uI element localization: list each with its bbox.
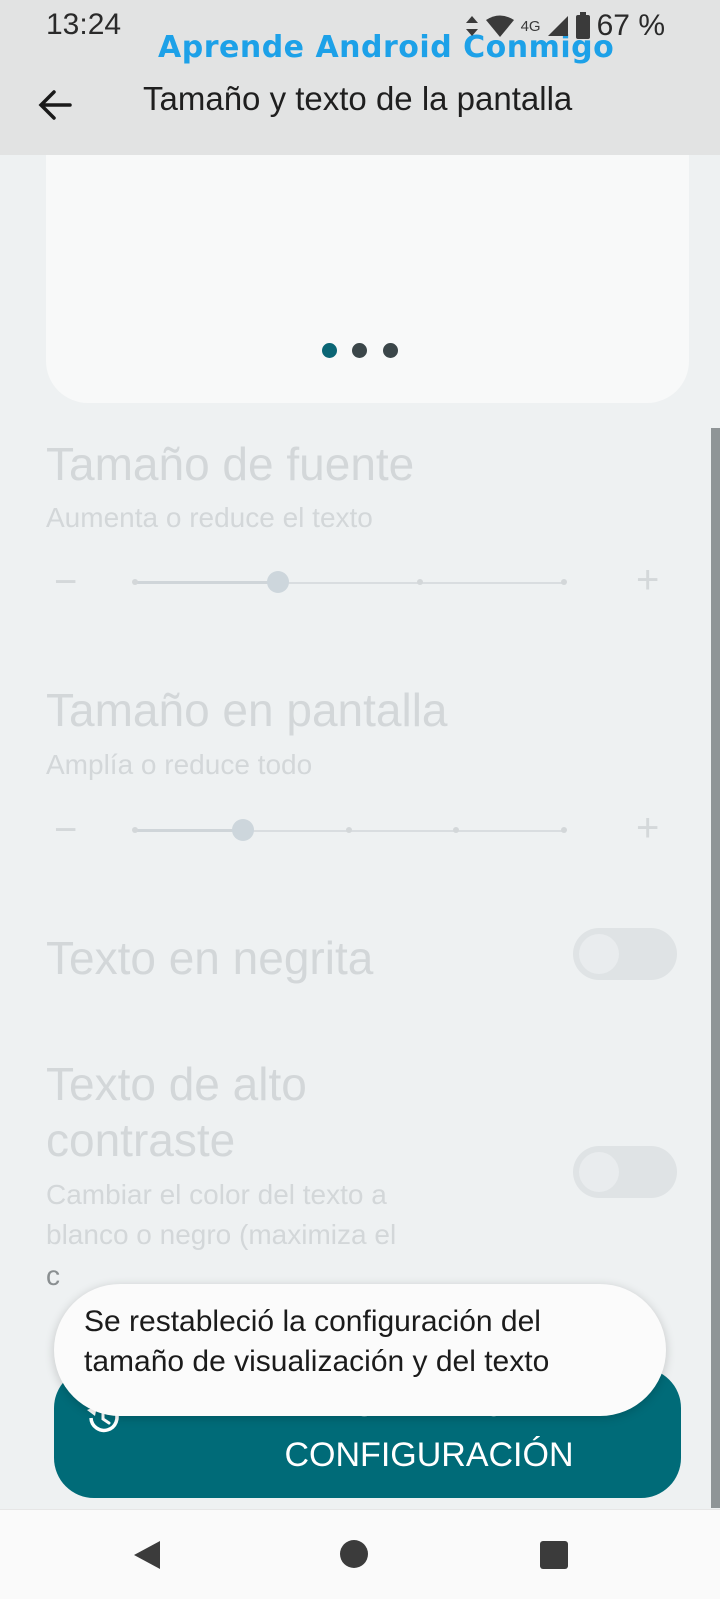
display-size-increase-button[interactable]: + <box>636 806 659 851</box>
font-size-subtitle: Aumenta o reduce el texto <box>46 502 373 533</box>
battery-percent: 67 % <box>596 9 665 42</box>
toggle-thumb <box>579 1152 619 1192</box>
display-size-decrease-button[interactable]: − <box>54 808 77 853</box>
page-indicator-dot-active[interactable] <box>322 343 337 358</box>
high-contrast-subtitle-line3: c <box>46 1260 60 1291</box>
font-size-slider-thumb[interactable] <box>267 571 289 593</box>
toast-line2: tamaño de visualización y del texto <box>84 1345 550 1378</box>
slider-tick <box>346 827 352 833</box>
battery-icon <box>575 12 590 39</box>
slider-tick <box>561 827 567 833</box>
network-type: 4G <box>520 17 541 35</box>
font-size-increase-button[interactable]: + <box>636 558 659 603</box>
cell-signal-icon <box>547 16 568 36</box>
system-nav-bar <box>0 1509 720 1599</box>
high-contrast-title-line1: Texto de alto <box>46 1058 307 1110</box>
high-contrast-title-line2: contraste <box>46 1114 236 1166</box>
slider-tick <box>561 579 567 585</box>
font-size-title: Tamaño de fuente <box>46 438 415 490</box>
circle-home-icon[interactable] <box>338 1538 370 1570</box>
status-time: 13:24 <box>46 8 122 41</box>
display-size-slider-fill <box>135 829 243 832</box>
bold-text-toggle[interactable] <box>573 928 677 980</box>
display-size-subtitle: Amplía o reduce todo <box>46 749 313 780</box>
bold-text-title: Texto en negrita <box>46 932 374 984</box>
toggle-thumb <box>579 934 619 974</box>
status-icons: 4G 67 % <box>465 8 665 44</box>
arrow-left-icon <box>38 90 72 120</box>
high-contrast-subtitle-line1: Cambiar el color del texto a <box>46 1179 387 1210</box>
page-indicator-dot[interactable] <box>352 343 367 358</box>
display-size-title: Tamaño en pantalla <box>46 684 448 736</box>
toast-message: Se restableció la configuración del tama… <box>54 1284 666 1416</box>
slider-tick <box>417 579 423 585</box>
page-title: Tamaño y texto de la pantalla <box>143 80 573 117</box>
data-transfer-icon <box>465 16 478 36</box>
font-size-decrease-button[interactable]: − <box>54 560 77 605</box>
reset-label-line2: CONFIGURACIÓN <box>284 1436 574 1474</box>
triangle-back-icon[interactable] <box>130 1538 164 1572</box>
high-contrast-toggle[interactable] <box>573 1146 677 1198</box>
preview-card[interactable] <box>46 155 689 403</box>
back-button[interactable] <box>30 80 80 130</box>
square-recents-icon[interactable] <box>538 1539 570 1571</box>
toast-line1: Se restableció la configuración del <box>84 1305 541 1338</box>
font-size-slider-fill <box>135 581 278 584</box>
high-contrast-subtitle-line2: blanco o negro (maximiza el <box>46 1219 397 1250</box>
slider-tick <box>132 827 138 833</box>
page-indicator-dot[interactable] <box>383 343 398 358</box>
slider-tick <box>453 827 459 833</box>
wifi-icon <box>485 15 514 37</box>
slider-tick <box>132 579 138 585</box>
display-size-slider-thumb[interactable] <box>232 819 254 841</box>
scrollbar[interactable] <box>711 428 720 1508</box>
